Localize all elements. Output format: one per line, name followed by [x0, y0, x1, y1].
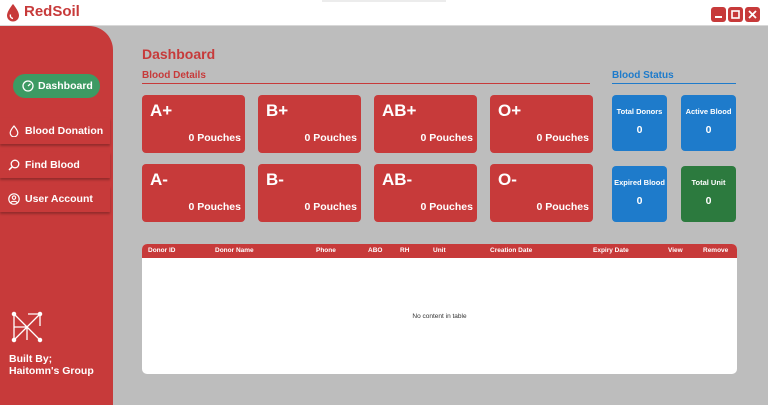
- group-logo-icon: [11, 311, 43, 343]
- column-header-abo[interactable]: ABO: [368, 247, 382, 254]
- close-button[interactable]: [745, 7, 760, 22]
- donor-table[interactable]: Donor ID Donor Name Phone ABO RH Unit Cr…: [142, 244, 737, 374]
- sidebar-item-user-account[interactable]: User Account: [0, 186, 110, 212]
- pouch-count: 0 Pouches: [420, 132, 473, 144]
- stat-label: Total Unit: [691, 178, 726, 187]
- user-icon: [8, 193, 20, 205]
- stat-label: Expired Blood: [614, 178, 665, 187]
- sidebar-item-label: User Account: [25, 193, 93, 205]
- blood-type: AB+: [382, 101, 417, 120]
- column-header-donor-id[interactable]: Donor ID: [148, 247, 175, 254]
- column-header-view[interactable]: View: [668, 247, 683, 254]
- stat-active-blood: Active Blood 0: [681, 95, 736, 151]
- sidebar-item-label: Find Blood: [25, 159, 80, 171]
- pouch-count: 0 Pouches: [304, 201, 357, 213]
- table-header: Donor ID Donor Name Phone ABO RH Unit Cr…: [142, 244, 737, 258]
- pouch-count: 0 Pouches: [420, 201, 473, 213]
- blood-card-o-negative: O- 0 Pouches: [490, 164, 593, 222]
- stat-label: Active Blood: [685, 107, 732, 116]
- stat-label: Total Donors: [616, 107, 663, 116]
- minimize-icon: [715, 16, 722, 18]
- pouch-count: 0 Pouches: [536, 201, 589, 213]
- column-header-remove[interactable]: Remove: [703, 247, 728, 254]
- pouch-count: 0 Pouches: [304, 132, 357, 144]
- pouch-count: 0 Pouches: [188, 132, 241, 144]
- app-title: RedSoil: [24, 3, 80, 20]
- blood-type: B-: [266, 170, 284, 189]
- blood-drop-icon: [9, 125, 19, 137]
- search-icon: [8, 159, 20, 171]
- blood-type: O-: [498, 170, 517, 189]
- blood-card-ab-positive: AB+ 0 Pouches: [374, 95, 477, 153]
- sidebar-item-label: Blood Donation: [25, 125, 104, 137]
- blood-status-heading: Blood Status: [612, 70, 674, 81]
- credit-text: Built By; Haitomn's Group: [9, 353, 94, 377]
- blood-type: B+: [266, 101, 289, 120]
- column-header-creation-date[interactable]: Creation Date: [490, 247, 532, 254]
- gauge-icon: [22, 80, 34, 92]
- stat-value: 0: [705, 124, 712, 136]
- close-icon: [748, 10, 757, 19]
- stat-value: 0: [636, 124, 643, 136]
- blood-card-o-positive: O+ 0 Pouches: [490, 95, 593, 153]
- column-header-phone[interactable]: Phone: [316, 247, 336, 254]
- table-empty-message: No content in table: [412, 313, 467, 320]
- blood-type: A-: [150, 170, 168, 189]
- minimize-button[interactable]: [711, 7, 726, 22]
- column-header-unit[interactable]: Unit: [433, 247, 446, 254]
- blood-details-heading: Blood Details: [142, 70, 206, 81]
- pouch-count: 0 Pouches: [536, 132, 589, 144]
- title-bar: RedSoil: [0, 0, 768, 26]
- stat-expired-blood: Expired Blood 0: [612, 166, 667, 222]
- sidebar: Dashboard Blood Donation Find Blood User…: [0, 26, 113, 405]
- maximize-icon: [731, 10, 740, 19]
- blood-card-ab-negative: AB- 0 Pouches: [374, 164, 477, 222]
- blood-card-b-negative: B- 0 Pouches: [258, 164, 361, 222]
- stat-value: 0: [636, 195, 643, 207]
- blood-status-divider: [612, 83, 736, 84]
- page-title: Dashboard: [142, 46, 216, 62]
- pouch-count: 0 Pouches: [188, 201, 241, 213]
- stat-total-donors: Total Donors 0: [612, 95, 667, 151]
- blood-type: AB-: [382, 170, 413, 189]
- column-header-donor-name[interactable]: Donor Name: [215, 247, 254, 254]
- column-header-expiry-date[interactable]: Expiry Date: [593, 247, 629, 254]
- blood-card-a-negative: A- 0 Pouches: [142, 164, 245, 222]
- stat-total-unit: Total Unit 0: [681, 166, 736, 222]
- blood-type: A+: [150, 101, 173, 120]
- blood-card-b-positive: B+ 0 Pouches: [258, 95, 361, 153]
- blood-drop-logo-icon: [7, 4, 19, 22]
- blood-type: O+: [498, 101, 522, 120]
- sidebar-item-label: Dashboard: [38, 80, 93, 92]
- title-bar-handle: [322, 0, 446, 2]
- maximize-button[interactable]: [728, 7, 743, 22]
- blood-card-a-positive: A+ 0 Pouches: [142, 95, 245, 153]
- stat-value: 0: [705, 195, 712, 207]
- sidebar-item-blood-donation[interactable]: Blood Donation: [0, 118, 110, 144]
- blood-details-divider: [142, 83, 590, 84]
- sidebar-item-dashboard[interactable]: Dashboard: [13, 74, 100, 98]
- column-header-rh[interactable]: RH: [400, 247, 409, 254]
- sidebar-item-find-blood[interactable]: Find Blood: [0, 152, 110, 178]
